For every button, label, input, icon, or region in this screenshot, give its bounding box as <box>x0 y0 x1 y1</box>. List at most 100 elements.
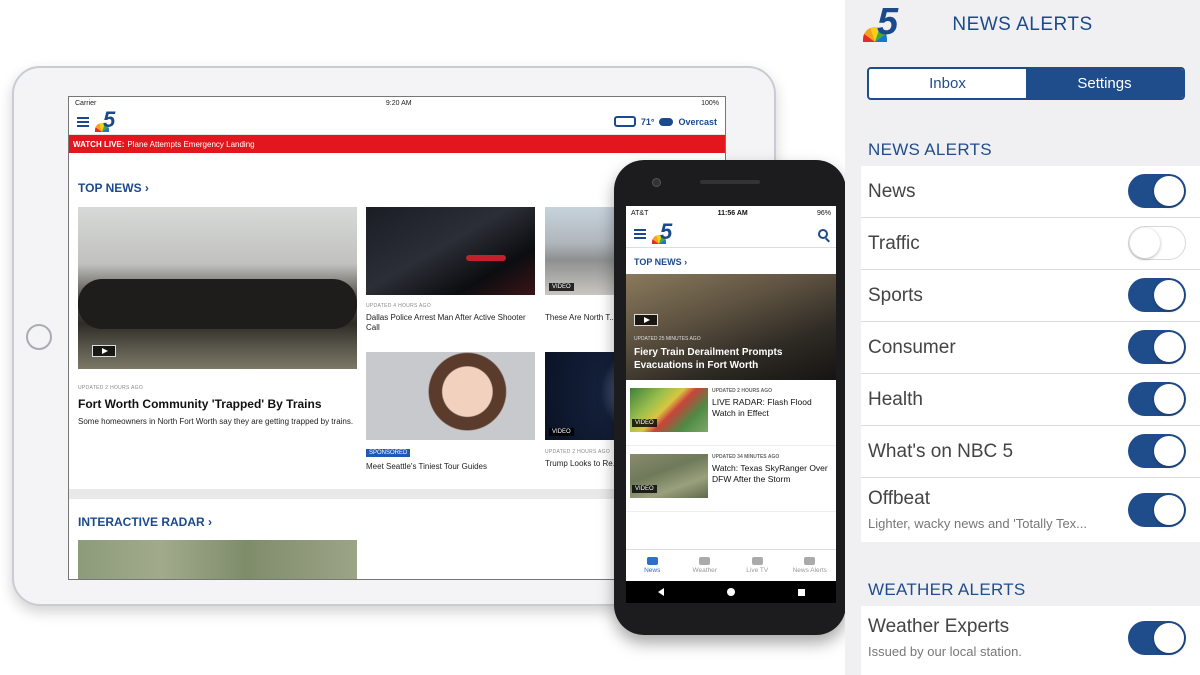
menu-icon[interactable] <box>634 228 646 239</box>
tab-label: News Alerts <box>792 567 827 574</box>
menu-icon[interactable] <box>77 116 89 127</box>
video-badge: VIDEO <box>632 485 657 493</box>
phone-status-bar: AT&T 11:56 AM 96% <box>626 206 836 220</box>
battery-level: 100% <box>701 99 719 107</box>
tab-settings[interactable]: Settings <box>1026 69 1183 98</box>
story-meta: UPDATED 2 HOURS AGO <box>712 388 773 394</box>
health-toggle[interactable] <box>1128 382 1186 416</box>
lead-story-summary: Some homeowners in North Fort Worth say … <box>78 417 354 426</box>
alert-row-offbeat: Offbeat Lighter, wacky news and 'Totally… <box>861 478 1200 542</box>
alert-row-consumer: Consumer <box>861 322 1200 374</box>
lead-story-image[interactable] <box>78 207 357 369</box>
top-news-link[interactable]: TOP NEWS › <box>626 248 836 274</box>
weather-alerts-section-heading: WEATHER ALERTS <box>868 580 1026 599</box>
panel-header: 5 NEWS ALERTS <box>845 0 1200 54</box>
breaking-news-bar[interactable]: WATCH LIVE: Plane Attempts Emergency Lan… <box>69 135 725 153</box>
interactive-radar-link[interactable]: INTERACTIVE RADAR › <box>78 515 212 529</box>
lead-story-headline[interactable]: Fort Worth Community 'Trapped' By Trains <box>78 397 322 411</box>
alert-label: Health <box>868 389 923 410</box>
home-icon[interactable] <box>726 588 735 596</box>
whats-on-nbc5-toggle[interactable] <box>1128 434 1186 468</box>
play-video-icon[interactable] <box>634 314 658 326</box>
weather-condition: Overcast <box>678 116 717 127</box>
play-video-icon[interactable] <box>92 345 116 357</box>
story-title: LIVE RADAR: Flash Flood Watch in Effect <box>712 397 812 418</box>
live-camera-icon[interactable] <box>613 116 636 127</box>
tab-inbox[interactable]: Inbox <box>869 69 1026 98</box>
tab-label: News <box>644 567 661 574</box>
alert-row-whats-on-nbc5: What's on NBC 5 <box>861 426 1200 478</box>
hero-story-title: Fiery Train Derailment Prompts Evacuatio… <box>634 347 783 371</box>
recents-icon[interactable] <box>797 588 805 596</box>
hero-story-meta: UPDATED 25 MINUTES AGO <box>634 336 701 342</box>
breaking-text: Plane Attempts Emergency Landing <box>127 139 255 149</box>
alert-label: Offbeat <box>868 488 930 509</box>
tablet-app-header: 5 71° Overcast <box>69 107 725 135</box>
bell-icon <box>804 557 816 565</box>
tab-live-tv[interactable]: Live TV <box>731 550 784 581</box>
weather-experts-toggle[interactable] <box>1128 621 1186 655</box>
news-alerts-settings-panel: 5 NEWS ALERTS Inbox Settings NEWS ALERTS… <box>845 0 1200 675</box>
consumer-toggle[interactable] <box>1128 330 1186 364</box>
phone-app-header: 5 <box>626 219 836 248</box>
story-4-image[interactable] <box>366 352 535 440</box>
alert-row-traffic: Traffic <box>861 218 1200 270</box>
alert-label: Weather Experts <box>868 616 1010 637</box>
alert-row-sports: Sports <box>861 270 1200 322</box>
phone-device: AT&T 11:56 AM 96% 5 TOP NEWS › UPDATED 2… <box>614 160 846 635</box>
tab-label: Live TV <box>746 567 769 574</box>
cloud-icon <box>659 117 674 126</box>
clock: 9:20 AM <box>385 99 412 107</box>
story-title: Watch: Texas SkyRanger Over DFW After th… <box>712 463 828 484</box>
radar-map-thumbnail[interactable] <box>78 540 357 579</box>
carrier-label: AT&T <box>631 209 649 217</box>
tv-icon <box>751 557 763 565</box>
battery-level: 96% <box>816 209 831 217</box>
video-badge: VIDEO <box>632 419 657 427</box>
story-meta: UPDATED 34 MINUTES AGO <box>712 454 780 460</box>
video-badge: VIDEO <box>549 283 574 291</box>
bottom-tab-bar: News Weather Live TV News Alerts <box>626 549 836 581</box>
sports-toggle[interactable] <box>1128 278 1186 312</box>
news-alerts-section-heading: NEWS ALERTS <box>868 140 992 159</box>
alert-label: What's on NBC 5 <box>868 441 1014 462</box>
tab-label: Weather <box>692 567 717 574</box>
story-2-image[interactable] <box>366 207 535 295</box>
phone-screen: AT&T 11:56 AM 96% 5 TOP NEWS › UPDATED 2… <box>626 206 836 581</box>
alert-row-health: Health <box>861 374 1200 426</box>
tab-weather[interactable]: Weather <box>679 550 732 581</box>
story-item[interactable]: VIDEO UPDATED 34 MINUTES AGO Watch: Texa… <box>626 446 836 512</box>
breaking-tag: WATCH LIVE: <box>73 139 125 149</box>
tab-news-alerts[interactable]: News Alerts <box>784 550 837 581</box>
sponsored-badge: SPONSORED <box>366 449 411 457</box>
story-thumbnail: VIDEO <box>630 454 708 498</box>
top-news-link[interactable]: TOP NEWS › <box>78 181 149 195</box>
temperature: 71° <box>640 116 655 127</box>
weather-icon <box>699 557 711 565</box>
tank-car-shape <box>78 279 357 329</box>
back-icon[interactable] <box>657 588 664 596</box>
weather-widget[interactable]: 71° Overcast <box>613 116 717 127</box>
story-2-meta: UPDATED 4 HOURS AGO <box>366 303 432 309</box>
story-4-title[interactable]: Meet Seattle's Tiniest Tour Guides <box>366 462 531 472</box>
offbeat-toggle[interactable] <box>1128 493 1186 527</box>
alert-label: News <box>868 181 916 202</box>
story-item[interactable]: VIDEO UPDATED 2 HOURS AGO LIVE RADAR: Fl… <box>626 380 836 446</box>
nbc5-logo[interactable]: 5 <box>95 107 123 133</box>
promo-composite: Carrier 9:20 AM 100% 5 71° Overcast WATC… <box>0 0 1200 675</box>
alert-label: Traffic <box>868 233 920 254</box>
page-title: NEWS ALERTS <box>952 14 1093 35</box>
story-2-title[interactable]: Dallas Police Arrest Man After Active Sh… <box>366 313 531 333</box>
news-toggle[interactable] <box>1128 174 1186 208</box>
nbc5-logo[interactable]: 5 <box>652 219 680 245</box>
video-badge: VIDEO <box>549 428 574 436</box>
traffic-toggle[interactable] <box>1128 226 1186 260</box>
story-5-meta: UPDATED 2 HOURS AGO <box>545 449 611 455</box>
search-icon[interactable] <box>818 228 828 239</box>
earpiece-speaker <box>700 180 760 184</box>
tab-news[interactable]: News <box>626 550 679 581</box>
tablet-home-button[interactable] <box>26 324 52 350</box>
android-nav-bar <box>626 581 836 603</box>
hero-story[interactable]: UPDATED 25 MINUTES AGO Fiery Train Derai… <box>626 274 836 380</box>
inbox-settings-segmented-control: Inbox Settings <box>867 67 1185 100</box>
